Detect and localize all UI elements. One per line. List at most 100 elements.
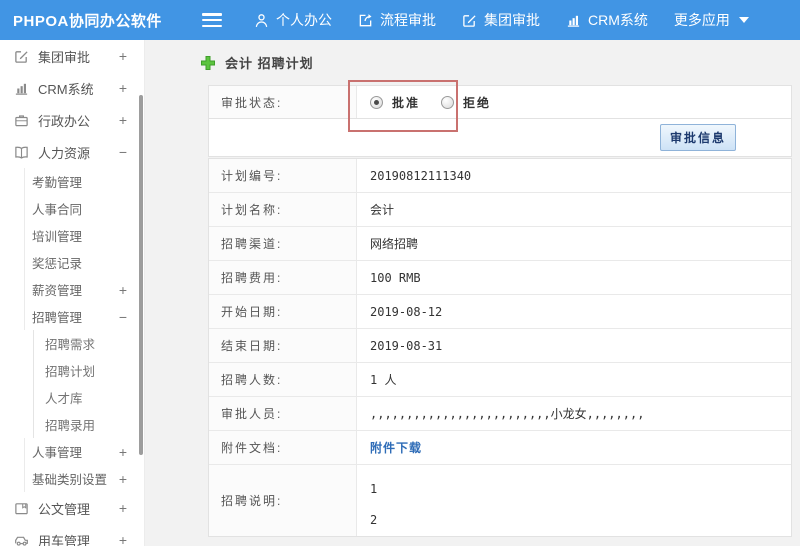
sidebar-item-hr-management[interactable]: 人事管理 + — [24, 438, 144, 465]
approval-radio-group: 批准 拒绝 — [370, 94, 503, 111]
sidebar-item-label: 培训管理 — [32, 230, 83, 244]
add-icon — [200, 55, 216, 71]
approval-status-row: 审批状态: 批准 拒绝 — [209, 86, 791, 119]
approve-radio[interactable] — [370, 95, 383, 109]
row-value-approvers: ,,,,,,,,,,,,,,,,,,,,,,,,,小龙女,,,,,,,, — [370, 407, 645, 421]
top-bar: PHPOA协同办公软件 个人办公 流程审批 集团审批 CRM系统 更多应用 — [0, 0, 800, 40]
row-value-cost: 100 RMB — [370, 270, 421, 285]
nav-item-label: 集团审批 — [484, 12, 540, 28]
edit-icon — [14, 49, 29, 64]
expand-icon[interactable]: + — [119, 500, 127, 516]
sidebar-item-label: 招聘管理 — [32, 311, 83, 325]
row-label-plan-name: 计划名称: — [209, 193, 357, 226]
sidebar-menu: 集团审批 + CRM系统 + 行政办公 + 人力资源 − 考勤管理 人事合同培训管理奖惩记录薪资管… — [0, 40, 144, 546]
nav-item-3[interactable]: CRM系统 — [566, 10, 648, 30]
nav-item-label: CRM系统 — [588, 12, 648, 28]
approval-info-button[interactable]: 审批信息 — [659, 124, 736, 151]
reject-radio[interactable] — [441, 95, 455, 109]
process-icon — [358, 13, 373, 28]
nav-item-0[interactable]: 个人办公 — [254, 10, 332, 30]
row-value-end-date: 2019-08-31 — [370, 338, 443, 353]
sidebar-item-group-approval[interactable]: 集团审批 + — [0, 40, 144, 72]
sidebar-item-crm-system[interactable]: CRM系统 + — [0, 72, 144, 104]
edit-icon — [462, 13, 477, 28]
nav-item-4[interactable]: 更多应用 — [674, 10, 749, 30]
sidebar-item-label: 公文管理 — [38, 501, 91, 517]
sidebar-item-label: 行政办公 — [38, 113, 91, 129]
sidebar-item-human-resources[interactable]: 人力资源 − — [0, 136, 144, 168]
sidebar-item-doc-management[interactable]: 公文管理 + — [0, 492, 144, 524]
expand-icon[interactable]: + — [119, 80, 127, 96]
sidebar-item-label: 基础类别设置 — [32, 473, 108, 487]
sidebar-item-training[interactable]: 培训管理 — [24, 222, 144, 249]
row-plan-name: 计划名称: 会计 — [209, 193, 791, 227]
user-icon — [254, 13, 269, 28]
collapse-icon[interactable]: − — [119, 144, 127, 160]
nav-item-label: 流程审批 — [380, 12, 436, 28]
hamburger-menu-icon[interactable] — [202, 13, 222, 27]
sidebar-item-talent-pool[interactable]: 人才库 — [33, 384, 144, 411]
sidebar-item-hr-contract[interactable]: 人事合同 — [24, 195, 144, 222]
sidebar-scrollbar[interactable] — [139, 95, 143, 455]
row-headcount: 招聘人数: 1 人 — [209, 363, 791, 397]
approval-status-label: 审批状态: — [209, 86, 357, 118]
chart-icon — [14, 81, 29, 96]
caret-down-icon — [738, 17, 749, 23]
sidebar-item-label: 招聘录用 — [45, 419, 96, 433]
sidebar-item-admin-office[interactable]: 行政办公 + — [0, 104, 144, 136]
reject-radio-label: 拒绝 — [463, 95, 492, 110]
nav-item-label: 更多应用 — [673, 12, 730, 28]
plan-detail-panel: 计划编号: 20190812111340 计划名称: 会计招聘渠道: 网络招聘 招聘费用:… — [208, 158, 792, 537]
row-plan-number: 计划编号: 20190812111340 — [209, 159, 791, 193]
sidebar-item-label: 人才库 — [45, 392, 83, 406]
description-line: 1 — [370, 482, 378, 496]
row-value-plan-name: 会计 — [370, 203, 395, 217]
approve-radio-label: 批准 — [392, 95, 421, 110]
expand-icon[interactable]: + — [119, 48, 127, 64]
row-label-description: 招聘说明: — [209, 465, 357, 536]
row-channel: 招聘渠道: 网络招聘 — [209, 227, 791, 261]
car-icon — [14, 533, 29, 546]
sidebar-item-label: 奖惩记录 — [32, 257, 83, 271]
sidebar-item-label: 用车管理 — [38, 533, 91, 546]
expand-icon[interactable]: + — [119, 282, 127, 298]
sidebar-item-salary[interactable]: 薪资管理 + — [24, 276, 144, 303]
sidebar-item-recruit-need[interactable]: 招聘需求 — [33, 330, 144, 357]
row-value-attachment: 附件下载 — [357, 431, 791, 464]
row-attachment: 附件文档: 附件下载 — [209, 431, 791, 465]
row-approvers: 审批人员: ,,,,,,,,,,,,,,,,,,,,,,,,,小龙女,,,,,,,… — [209, 397, 791, 431]
row-value-headcount: 1 人 — [370, 373, 397, 387]
collapse-icon[interactable]: − — [119, 309, 127, 325]
expand-icon[interactable]: + — [119, 532, 127, 546]
row-label-start-date: 开始日期: — [209, 295, 357, 328]
row-label-end-date: 结束日期: — [209, 329, 357, 362]
document-icon — [14, 501, 29, 516]
book-icon — [14, 145, 29, 160]
briefcase-icon — [14, 113, 29, 128]
row-start-date: 开始日期: 2019-08-12 — [209, 295, 791, 329]
sidebar-item-recruit-plan[interactable]: 招聘计划 — [33, 357, 144, 384]
row-label-plan-number: 计划编号: — [209, 159, 357, 192]
page-title: 会计 招聘计划 — [225, 56, 314, 71]
expand-icon[interactable]: + — [119, 471, 127, 487]
nav-item-1[interactable]: 流程审批 — [358, 10, 436, 30]
expand-icon[interactable]: + — [119, 112, 127, 128]
sidebar-item-recruit-hire[interactable]: 招聘录用 — [33, 411, 144, 438]
attachment-download-link[interactable]: 附件下载 — [370, 439, 422, 456]
expand-icon[interactable]: + — [119, 444, 127, 460]
sidebar-item-car-management[interactable]: 用车管理 + — [0, 524, 144, 546]
row-cost: 招聘费用: 100 RMB — [209, 261, 791, 295]
sidebar: 集团审批 + CRM系统 + 行政办公 + 人力资源 − 考勤管理 人事合同培训管理奖惩记录薪资管… — [0, 40, 145, 546]
page-title-row: 会计 招聘计划 — [200, 53, 314, 72]
sidebar-item-base-category[interactable]: 基础类别设置 + — [24, 465, 144, 492]
nav-item-2[interactable]: 集团审批 — [462, 10, 540, 30]
sidebar-item-label: 招聘计划 — [45, 365, 96, 379]
row-label-channel: 招聘渠道: — [209, 227, 357, 260]
approval-button-row: 审批信息 — [209, 119, 791, 156]
row-label-cost: 招聘费用: — [209, 261, 357, 294]
sidebar-item-reward-penalty[interactable]: 奖惩记录 — [24, 249, 144, 276]
chart-icon — [566, 13, 581, 28]
sidebar-item-recruitment[interactable]: 招聘管理 − — [24, 303, 144, 330]
sidebar-item-attendance[interactable]: 考勤管理 — [24, 168, 144, 195]
row-label-headcount: 招聘人数: — [209, 363, 357, 396]
